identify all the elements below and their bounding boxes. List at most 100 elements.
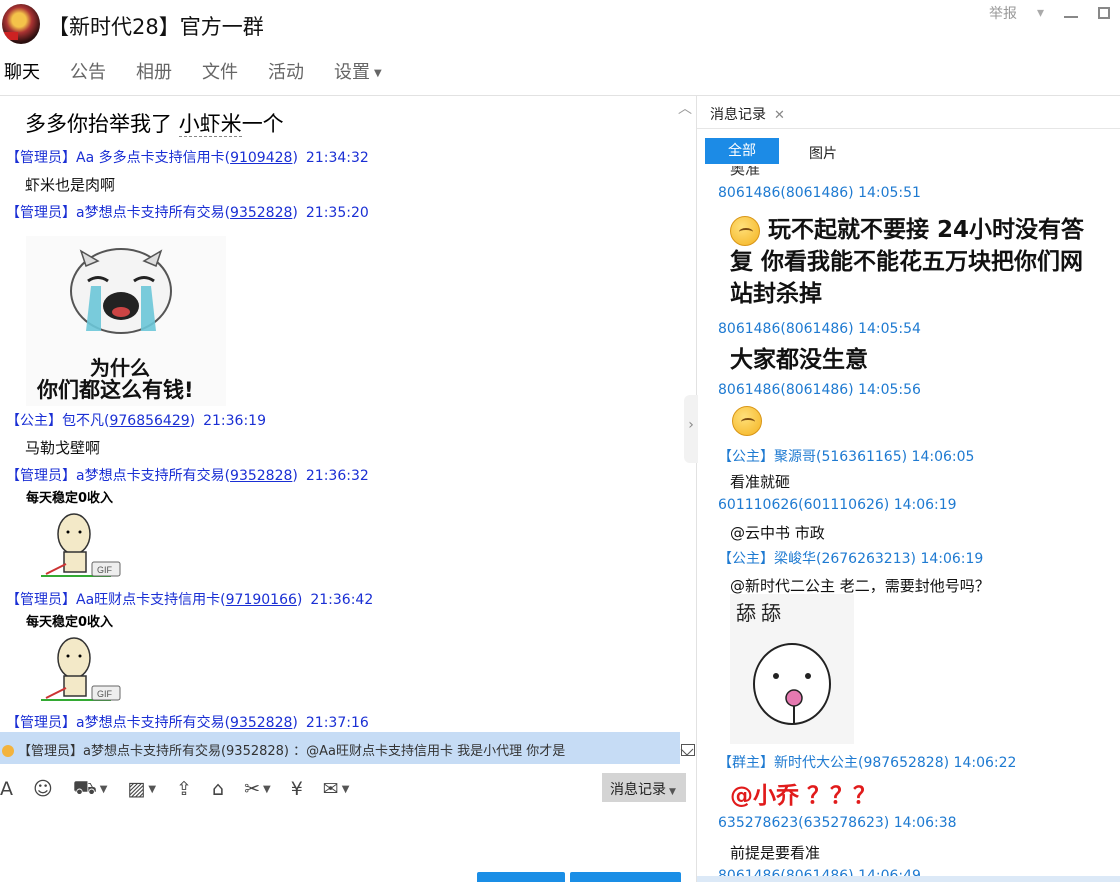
tab-album[interactable]: 相册 <box>136 58 172 88</box>
collapse-up-icon[interactable]: ︿ <box>678 98 692 118</box>
chat-message-list[interactable]: ︿ 多多你抬举我了 小虾米一个 【管理员】 Aa 多多点卡支持信用卡(910942… <box>0 96 696 732</box>
message-sender[interactable]: 【管理员】Aa旺财点卡支持信用卡(97190166) 21:36:42 <box>6 589 373 609</box>
message-time: 21:34:32 <box>305 150 369 166</box>
envelope-icon[interactable] <box>681 744 695 756</box>
history-tab[interactable]: 消息记录 ✕ <box>710 104 785 124</box>
history-message-text: 大家都没生意 <box>730 347 868 373</box>
history-message-text: @小乔 ？？？ <box>730 783 877 809</box>
sender-paren: ) <box>189 413 196 429</box>
font-icon[interactable]: A <box>0 778 13 800</box>
message-sender[interactable]: 【管理员】a梦想点卡支持所有交易(9352828) 21:35:20 <box>6 202 369 222</box>
sender-paren: ) <box>292 715 298 731</box>
message-time: 21:35:20 <box>305 205 369 221</box>
history-tab-divider <box>697 128 1120 129</box>
emoji-icon[interactable]: ☺ <box>33 778 53 800</box>
message-input[interactable] <box>0 805 696 882</box>
message-history-button[interactable]: 消息记录 ▼ <box>602 773 686 802</box>
filter-images-button[interactable]: 图片 <box>809 143 837 163</box>
tab-settings[interactable]: 设置 ▼ <box>334 58 382 88</box>
tab-chat[interactable]: 聊天 <box>4 58 40 88</box>
screenshot-scissors-icon[interactable]: ✂ ▼ <box>244 778 271 800</box>
sender-role: 【管理员】 <box>6 205 76 221</box>
chevron-right-icon[interactable]: › <box>684 395 698 463</box>
sender-qq-link[interactable]: 976856429 <box>109 413 189 429</box>
message-text: 虾米也是肉啊 <box>25 176 116 194</box>
sender-role: 【管理员】 <box>6 592 76 608</box>
sender-name[interactable]: Aa旺财点卡支持信用卡( <box>76 592 226 608</box>
history-sender[interactable]: 8061486(8061486) 14:05:51 <box>718 185 921 201</box>
sender-paren: ) <box>296 592 303 608</box>
tab-announcement[interactable]: 公告 <box>70 58 106 88</box>
history-message-text: @云中书 市政 <box>730 524 825 542</box>
maximize-icon[interactable] <box>1098 7 1110 19</box>
notice-text: 【管理员】a梦想点卡支持所有交易(9352828) ：@Aa旺财点卡支持信用卡 … <box>18 744 566 759</box>
sender-qq-link[interactable]: 97190166 <box>226 592 297 608</box>
history-sender[interactable]: 8061486(8061486) 14:05:56 <box>718 382 921 398</box>
new-message-notice[interactable]: 【管理员】a梦想点卡支持所有交易(9352828) ：@Aa旺财点卡支持信用卡 … <box>0 732 680 764</box>
history-sender[interactable]: 601110626(601110626) 14:06:19 <box>718 497 957 513</box>
history-scrollbar[interactable] <box>697 876 1120 882</box>
history-message-text: 玩不起就不要接 24小时没有答复 你看我能不能花五万块把你们网站封杀掉 <box>730 214 1100 310</box>
image-icon[interactable]: ▨ ▼ <box>127 778 156 800</box>
message-text: 多多你抬举我了 小虾米一个 <box>25 108 284 138</box>
send-button[interactable] <box>570 872 681 882</box>
caret-down-icon: ▼ <box>374 67 382 79</box>
close-button[interactable] <box>477 872 565 882</box>
gift-icon[interactable]: ⌂ <box>212 778 224 800</box>
sender-qq-link[interactable]: 9352828 <box>230 468 292 484</box>
group-avatar[interactable] <box>2 4 40 44</box>
input-toolbar: A ☺ ⛟ ▼ ▨ ▼ ⇪ ⌂ ✂ ▼ ¥ ✉ ▼ <box>0 773 690 805</box>
history-sender[interactable]: 【群主】新时代大公主(987652828) 14:06:22 <box>718 752 1016 772</box>
message-settings-icon[interactable]: ✉ ▼ <box>323 778 350 800</box>
message-part: 多多你抬举我了 <box>25 112 172 136</box>
history-sender[interactable]: 【公主】聚源哥(516361165) 14:06:05 <box>718 446 974 466</box>
history-emoji <box>732 406 770 436</box>
message-sender[interactable]: 【管理员】a梦想点卡支持所有交易(9352828) 21:36:32 <box>6 465 369 485</box>
history-sender[interactable]: 8061486(8061486) 14:05:54 <box>718 321 921 337</box>
minimize-icon[interactable] <box>1064 8 1078 18</box>
history-message-text: @新时代二公主 老二，需要封他号吗？ <box>730 577 990 595</box>
history-message-list[interactable]: 奥准 8061486(8061486) 14:05:51 玩不起就不要接 24小… <box>697 166 1120 882</box>
magic-emoji-icon[interactable]: ⛟ ▼ <box>73 777 108 802</box>
history-sender[interactable]: 635278623(635278623) 14:06:38 <box>718 815 957 831</box>
upload-icon[interactable]: ⇪ <box>176 778 192 800</box>
sender-paren: ) <box>292 150 298 166</box>
sender-name[interactable]: Aa 多多点卡支持信用卡( <box>76 150 230 166</box>
sender-qq-link[interactable]: 9109428 <box>230 150 292 166</box>
history-sender[interactable]: 【公主】梁峻华(2676263213) 14:06:19 <box>718 548 983 568</box>
message-sender[interactable]: 【公主】包不凡(976856429) 21:36:19 <box>6 410 266 430</box>
chevron-down-icon[interactable]: ▾ <box>1037 5 1044 21</box>
history-message-text: 看准就砸 <box>730 473 791 491</box>
message-part: 一个 <box>241 112 284 136</box>
history-tab-label: 消息记录 <box>710 107 766 123</box>
sender-qq-link[interactable]: 9352828 <box>230 715 292 731</box>
grin-emoji-icon <box>732 406 762 436</box>
sender-name[interactable]: a梦想点卡支持所有交易( <box>76 205 230 221</box>
gif-label: GIF <box>97 565 113 575</box>
sender-role: 【公主】 <box>6 413 62 429</box>
message-time: 21:37:16 <box>305 715 369 731</box>
red-packet-icon[interactable]: ¥ <box>291 778 303 800</box>
sender-qq-link[interactable]: 9352828 <box>230 205 292 221</box>
filter-all-button[interactable]: 全部 <box>705 138 779 164</box>
gif-sticker-image[interactable]: GIF <box>26 628 126 704</box>
sender-name[interactable]: a梦想点卡支持所有交易( <box>76 715 230 731</box>
message-time: 21:36:32 <box>305 468 369 484</box>
tab-settings-label: 设置 <box>334 62 370 83</box>
tab-files[interactable]: 文件 <box>202 58 238 88</box>
sender-name[interactable]: a梦想点卡支持所有交易( <box>76 468 230 484</box>
message-time: 21:36:19 <box>203 413 266 429</box>
lick-sticker-image[interactable]: 舔 舔 <box>730 594 854 744</box>
message-sender[interactable]: 【管理员】a梦想点卡支持所有交易(9352828) 21:37:16 <box>6 712 369 732</box>
message-highlight: 小虾米 <box>178 112 242 137</box>
group-chat-window: 【新时代28】官方一群 举报 ▾ 聊天 公告 相册 文件 活动 设置 ▼ ︿ 多多… <box>0 0 1120 882</box>
close-icon[interactable]: ✕ <box>774 108 785 123</box>
history-button-label: 消息记录 <box>610 782 666 798</box>
sender-name[interactable]: 包不凡( <box>62 413 109 429</box>
grin-emoji-icon <box>730 215 760 246</box>
report-button[interactable]: 举报 <box>989 3 1017 23</box>
group-title: 【新时代28】官方一群 <box>48 15 264 39</box>
gif-sticker-image[interactable]: GIF <box>26 504 126 580</box>
tab-activity[interactable]: 活动 <box>268 58 304 88</box>
message-sender[interactable]: 【管理员】Aa 多多点卡支持信用卡(9109428) 21:34:32 <box>6 147 369 167</box>
